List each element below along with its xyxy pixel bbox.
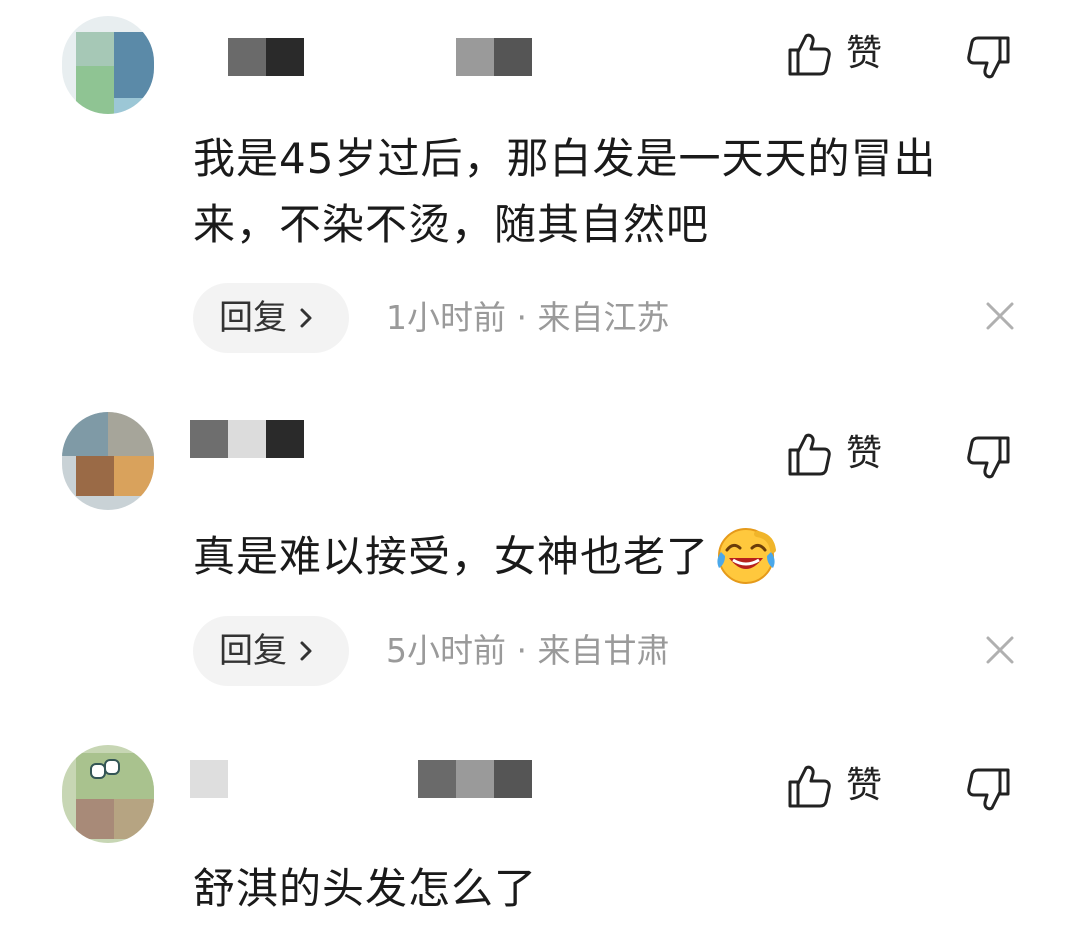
comment-text: 我是45岁过后，那白发是一天天的冒出 来，不染不烫，随其自然吧 [193, 126, 1033, 258]
comment-text-line: 真是难以接受，女神也老了 [193, 532, 710, 581]
chevron-right-icon [300, 308, 312, 328]
thumbs-down-icon [967, 36, 1010, 79]
avatar[interactable] [62, 412, 154, 510]
close-icon[interactable] [984, 300, 1016, 332]
reply-button[interactable]: 回复 [193, 283, 349, 353]
avatar[interactable] [62, 745, 154, 843]
thumbs-up-icon [788, 433, 831, 476]
comment-text: 舒淇的头发怎么了 [193, 856, 1033, 922]
comment-text-line: 舒淇的头发怎么了 [193, 864, 538, 913]
chevron-right-icon [300, 641, 312, 661]
dislike-button[interactable] [966, 766, 1016, 818]
reply-button[interactable]: 回复 [193, 616, 349, 686]
username-redacted[interactable] [190, 760, 550, 802]
comment-text: 真是难以接受，女神也老了 [193, 524, 1033, 590]
dislike-button[interactable] [966, 34, 1016, 86]
comment-meta: 5小时前 · 来自甘肃 [386, 631, 670, 670]
dislike-button[interactable] [966, 434, 1016, 486]
thumbs-up-icon [788, 33, 831, 76]
comment-meta: 1小时前 · 来自江苏 [386, 298, 670, 337]
avatar[interactable] [62, 16, 154, 114]
like-button[interactable]: 赞 [784, 30, 904, 82]
comment-text-line: 来，不染不烫，随其自然吧 [193, 200, 710, 249]
reply-label: 回复 [219, 298, 287, 338]
like-button[interactable]: 赞 [784, 762, 904, 814]
username-redacted[interactable] [190, 38, 550, 80]
username-redacted[interactable] [190, 420, 330, 462]
thumbs-down-icon [967, 436, 1010, 479]
close-icon[interactable] [984, 634, 1016, 666]
like-button[interactable]: 赞 [784, 430, 904, 482]
thumbs-up-icon [788, 765, 831, 808]
like-label: 赞 [846, 433, 883, 474]
laughing-crying-emoji [717, 527, 777, 584]
like-label: 赞 [846, 33, 883, 74]
reply-label: 回复 [219, 631, 287, 671]
thumbs-down-icon [967, 768, 1010, 811]
comment-text-line: 我是45岁过后，那白发是一天天的冒出 [193, 134, 937, 183]
like-label: 赞 [846, 765, 883, 806]
